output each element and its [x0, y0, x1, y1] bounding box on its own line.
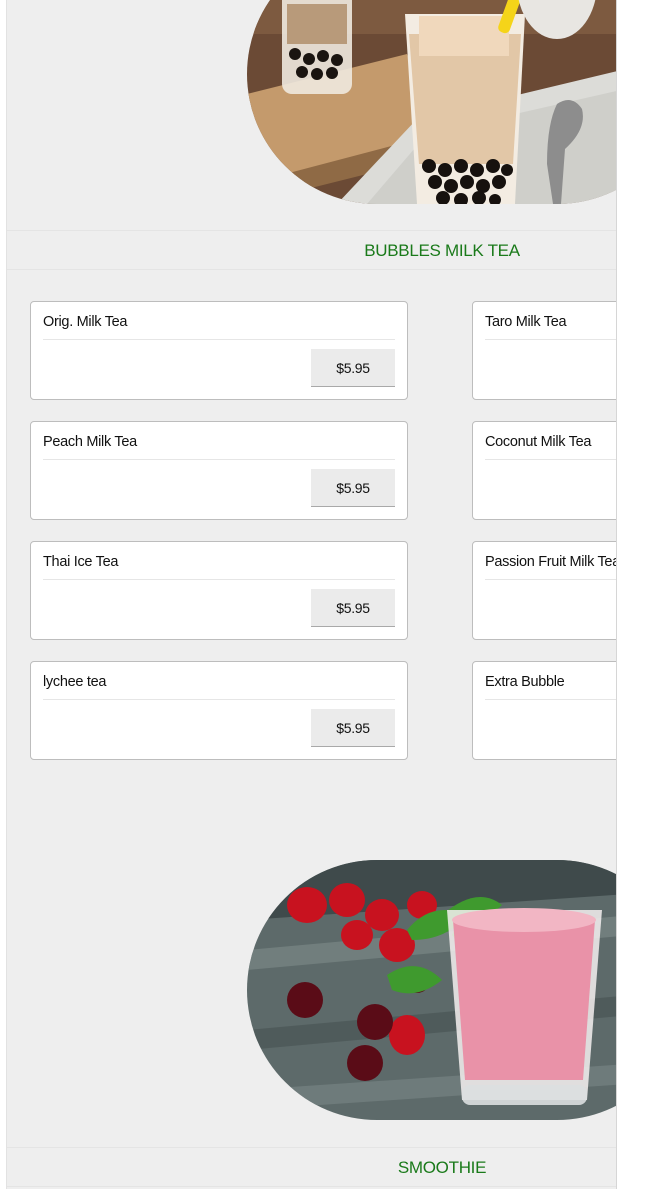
item-name: Coconut Milk Tea [485, 434, 592, 450]
divider [43, 339, 395, 340]
menu-item-card[interactable]: Passion Fruit Milk Tea [472, 541, 617, 640]
divider [485, 339, 617, 340]
item-name: lychee tea [43, 674, 107, 690]
bubble-milk-tea-image [247, 0, 617, 204]
menu-item-card[interactable]: Peach Milk Tea $5.95 [30, 421, 408, 520]
menu-item-card[interactable]: Coconut Milk Tea [472, 421, 617, 520]
divider [43, 699, 395, 700]
item-name: Orig. Milk Tea [43, 314, 128, 330]
divider [485, 699, 617, 700]
divider [43, 579, 395, 580]
section-header-smoothie: SMOOTHIE [7, 1147, 617, 1187]
menu-item-card[interactable]: Orig. Milk Tea $5.95 [30, 301, 408, 400]
item-name: Thai Ice Tea [43, 554, 119, 570]
price-button[interactable]: $5.95 [311, 589, 395, 627]
strawberry-smoothie-image [247, 860, 617, 1120]
price-button[interactable]: $5.95 [311, 709, 395, 747]
menu-item-card[interactable]: Taro Milk Tea [472, 301, 617, 400]
menu-item-card[interactable]: Extra Bubble [472, 661, 617, 760]
item-name: Passion Fruit Milk Tea [485, 554, 617, 570]
menu-item-card[interactable]: lychee tea $5.95 [30, 661, 408, 760]
divider [43, 459, 395, 460]
item-name: Taro Milk Tea [485, 314, 567, 330]
divider [485, 579, 617, 580]
item-name: Peach Milk Tea [43, 434, 137, 450]
price-button[interactable]: $5.95 [311, 469, 395, 507]
price-button[interactable]: $5.95 [311, 349, 395, 387]
section-title: SMOOTHIE [397, 1158, 487, 1177]
scroll-edge [616, 0, 617, 1189]
menu-page: BUBBLES MILK TEA Orig. Milk Tea $5.95 Ta… [6, 0, 617, 1189]
divider [485, 459, 617, 460]
section-header-bubbles-milk-tea: BUBBLES MILK TEA [7, 230, 617, 270]
section-title: BUBBLES MILK TEA [364, 241, 520, 260]
menu-item-card[interactable]: Thai Ice Tea $5.95 [30, 541, 408, 640]
item-name: Extra Bubble [485, 674, 565, 690]
